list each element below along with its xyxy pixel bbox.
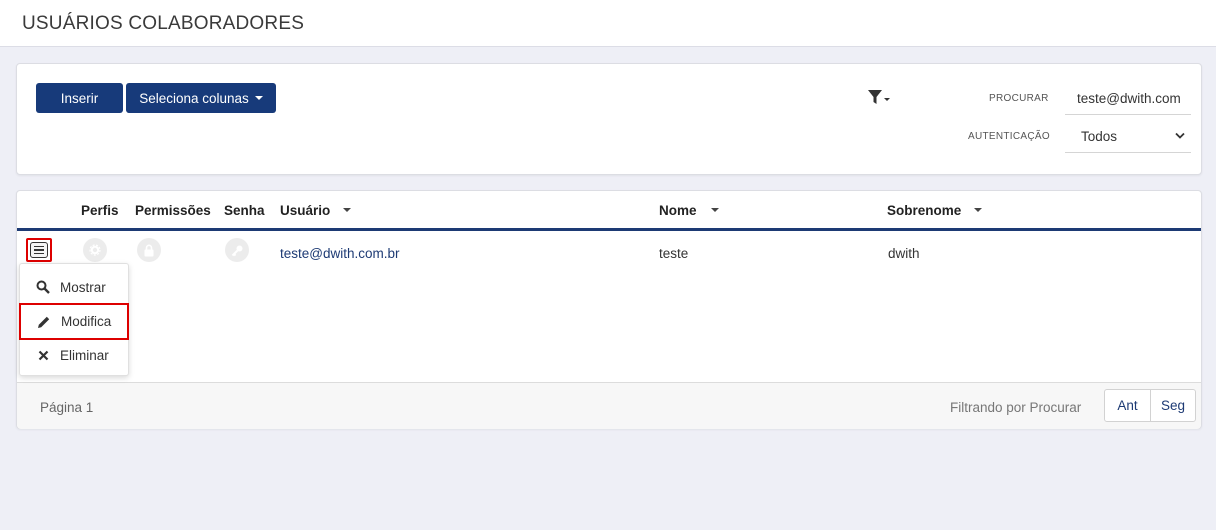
cell-nome: teste (659, 246, 689, 261)
select-columns-label: Seleciona colunas (139, 90, 249, 106)
next-page-button[interactable]: Seg (1150, 389, 1196, 422)
select-columns-button[interactable]: Seleciona colunas (126, 83, 276, 113)
menu-item-eliminar[interactable]: Eliminar (20, 339, 130, 371)
filter-status: Filtrando por Procurar (950, 400, 1082, 415)
menu-item-label: Mostrar (60, 279, 106, 295)
row-menu-button[interactable] (26, 238, 52, 262)
auth-label: AUTENTICAÇÃO (968, 131, 1050, 142)
menu-icon (30, 242, 48, 258)
toolbar-card: Inserir Seleciona colunas PROCURAR AUTEN… (16, 63, 1202, 175)
menu-item-label: Eliminar (60, 347, 109, 363)
sort-icon[interactable] (974, 208, 982, 212)
key-icon[interactable] (225, 238, 249, 262)
page-header: USUÁRIOS COLABORADORES (0, 0, 1216, 47)
sort-icon[interactable] (711, 208, 719, 212)
menu-item-modifica[interactable]: Modifica (19, 303, 129, 340)
table-card: Perfis Permissões Senha Usuário Nome Sob… (16, 190, 1202, 429)
sort-icon[interactable] (343, 208, 351, 212)
auth-select[interactable]: Todos (1065, 121, 1191, 153)
caret-down-icon (254, 96, 263, 100)
search-input[interactable] (1065, 83, 1191, 115)
close-icon (35, 347, 51, 363)
row-action-menu: Mostrar Modifica Eliminar (19, 263, 129, 376)
filter-icon[interactable] (868, 90, 892, 106)
auth-select-value: Todos (1081, 129, 1118, 144)
page-indicator: Página 1 (40, 400, 94, 415)
cell-sobrenome: dwith (888, 246, 920, 261)
prev-page-button[interactable]: Ant (1104, 389, 1151, 422)
chevron-down-icon (1175, 132, 1185, 139)
header-divider (17, 228, 1201, 231)
insert-button[interactable]: Inserir (36, 83, 123, 113)
menu-item-mostrar[interactable]: Mostrar (20, 271, 130, 303)
search-label: PROCURAR (989, 93, 1049, 104)
col-header-usuario[interactable]: Usuário (280, 203, 330, 218)
col-header-senha[interactable]: Senha (224, 203, 265, 218)
menu-item-label: Modifica (61, 314, 112, 329)
table-footer: Página 1 Filtrando por Procurar Ant Seg (17, 382, 1201, 429)
col-header-sobrenome[interactable]: Sobrenome (887, 203, 961, 218)
search-icon (35, 279, 51, 295)
page-title: USUÁRIOS COLABORADORES (22, 13, 305, 34)
gear-icon[interactable] (83, 238, 107, 262)
col-header-permissoes[interactable]: Permissões (135, 203, 211, 218)
cell-usuario[interactable]: teste@dwith.com.br (280, 246, 400, 261)
col-header-nome[interactable]: Nome (659, 203, 697, 218)
lock-icon[interactable] (137, 238, 161, 262)
col-header-perfis[interactable]: Perfis (81, 203, 119, 218)
pencil-icon (36, 314, 52, 330)
